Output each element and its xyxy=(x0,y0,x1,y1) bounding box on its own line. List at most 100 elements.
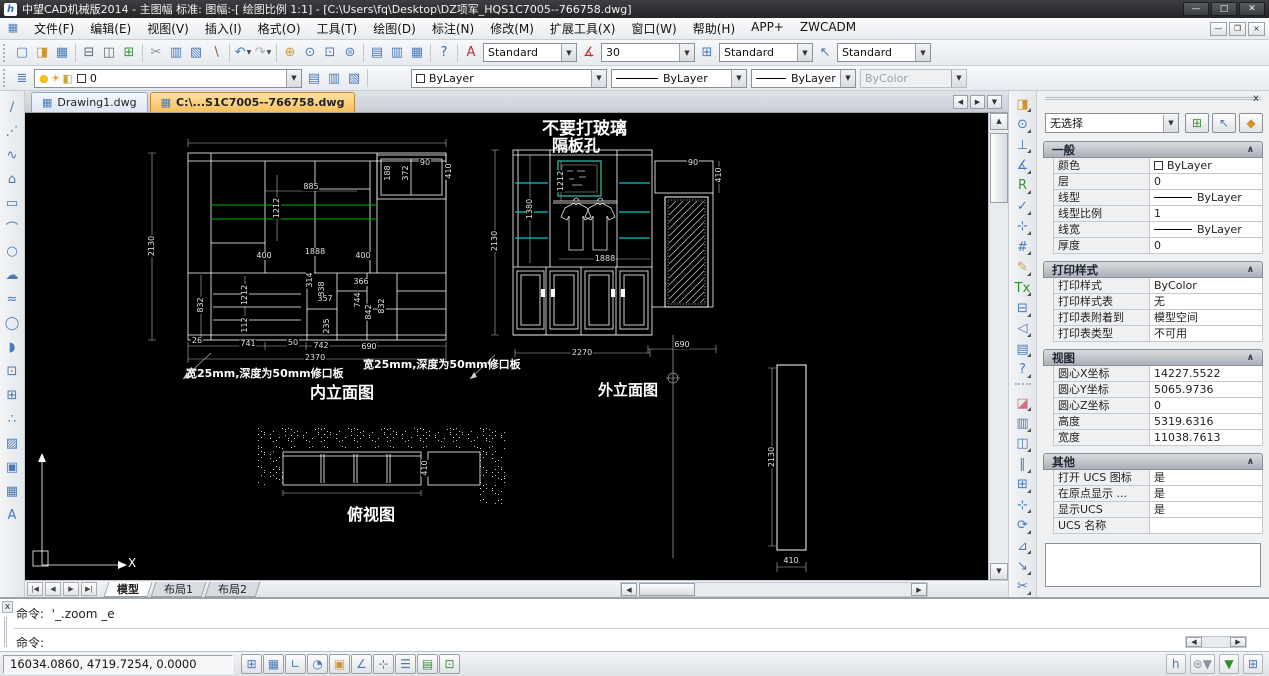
ellipse-icon[interactable]: ◯ xyxy=(2,311,23,335)
polar-toggle-button[interactable]: ◔ xyxy=(307,654,328,674)
vertical-scrollbar[interactable]: ▲ ▼ xyxy=(988,113,1008,580)
property-section-header[interactable]: 其他∧ xyxy=(1043,453,1263,470)
audio-note-icon[interactable]: ◁ xyxy=(1012,319,1033,339)
layout-nav-button[interactable]: ▶ xyxy=(63,582,79,596)
property-value[interactable]: 1 xyxy=(1150,206,1262,221)
window-close-button[interactable]: ✕ xyxy=(1239,2,1265,16)
scroll-right-button[interactable]: ▶ xyxy=(1230,637,1246,647)
new-file-icon[interactable]: ▢ xyxy=(12,43,32,63)
annotation-scale-icon[interactable]: ▼ xyxy=(1219,654,1239,674)
spline-icon[interactable]: ≈ xyxy=(2,287,23,311)
dim-style-icon[interactable]: ∡ xyxy=(579,43,599,63)
command-prompt-line[interactable]: 命令: xyxy=(16,634,44,651)
redo-icon[interactable]: ↷▼ xyxy=(253,43,273,63)
model-paper-toggle-button[interactable]: ▤ xyxy=(417,654,438,674)
mtext-icon[interactable]: A xyxy=(2,503,23,527)
osnap-toggle-button[interactable]: ▣ xyxy=(329,654,350,674)
table-style-combo[interactable]: Standard▼ xyxy=(719,43,813,62)
point-coordinate-icon[interactable]: ⊹ xyxy=(1012,217,1033,237)
menu-item[interactable]: 扩展工具(X) xyxy=(542,18,624,39)
layout-nav-button[interactable]: ◀ xyxy=(45,582,61,596)
drawing-canvas[interactable]: 不要打玻璃 隔板孔 宽25mm,深度为50mm修口板 宽25mm,深度为50mm… xyxy=(25,113,988,580)
menu-item[interactable]: 文件(F) xyxy=(26,18,82,39)
layout-tab[interactable]: 布局2 xyxy=(205,582,261,597)
layer-states-manager-icon[interactable]: ▥ xyxy=(324,68,344,88)
copy-properties-icon[interactable]: ◨ xyxy=(1012,94,1033,114)
hatch-icon[interactable]: ▨ xyxy=(2,431,23,455)
otrack-toggle-button[interactable]: ∠ xyxy=(351,654,372,674)
settings-gear-icon[interactable]: ⊛▼ xyxy=(1190,654,1215,674)
layer-isolate-icon[interactable]: ▧ xyxy=(344,68,364,88)
text-style-icon[interactable]: A xyxy=(461,43,481,63)
plot-icon[interactable]: ⊟ xyxy=(79,43,99,63)
property-value[interactable]: 0 xyxy=(1150,398,1262,413)
zwcad-logo-icon[interactable]: h xyxy=(1166,654,1186,674)
full-screen-icon[interactable]: ⊞ xyxy=(1243,654,1263,674)
copy-clip-icon[interactable]: ▥ xyxy=(166,43,186,63)
color-combo[interactable]: ByLayer ▼ xyxy=(411,69,607,88)
horizontal-scrollbar[interactable]: ◀ ▶ xyxy=(620,582,928,597)
mdi-restore-button[interactable]: ❐ xyxy=(1229,22,1246,36)
layer-combo[interactable]: ●☀◧ 0 ▼ xyxy=(34,69,302,88)
menu-item[interactable]: 工具(T) xyxy=(309,18,366,39)
scroll-left-button[interactable]: ◀ xyxy=(621,583,637,596)
property-value[interactable]: 是 xyxy=(1150,486,1262,501)
pan-icon[interactable]: ⊕ xyxy=(280,43,300,63)
menu-item[interactable]: 帮助(H) xyxy=(685,18,743,39)
sheet-set-icon[interactable]: ▤ xyxy=(1012,339,1033,359)
document-tab[interactable]: ▦Drawing1.dwg xyxy=(31,92,148,112)
command-grip[interactable] xyxy=(4,617,9,647)
mleader-style-icon[interactable]: ↖ xyxy=(815,43,835,63)
property-value[interactable]: 是 xyxy=(1150,470,1262,485)
save-file-icon[interactable]: ▦ xyxy=(52,43,72,63)
quick-dimension-icon[interactable]: # xyxy=(1012,237,1033,257)
property-value[interactable]: 5065.9736 xyxy=(1150,382,1262,397)
menu-item[interactable]: 绘图(D) xyxy=(365,18,424,39)
scroll-right-button[interactable]: ▶ xyxy=(911,583,927,596)
tool-palettes-icon[interactable]: ▥ xyxy=(387,43,407,63)
circle-icon[interactable]: ○ xyxy=(2,239,23,263)
copy-icon[interactable]: ▥ xyxy=(1012,413,1033,433)
select-objects-button[interactable]: ↖ xyxy=(1212,113,1236,133)
layout-nav-button[interactable]: ▶| xyxy=(81,582,97,596)
document-tab[interactable]: ▦C:\...S1C7005--766758.dwg xyxy=(150,92,356,112)
property-section-header[interactable]: 一般∧ xyxy=(1043,141,1263,158)
dyn-ucs-toggle-button[interactable]: ⊹ xyxy=(373,654,394,674)
trim-icon[interactable]: ✂ xyxy=(1012,577,1033,597)
undo-icon[interactable]: ↶▼ xyxy=(233,43,253,63)
polygon-icon[interactable]: ⌂ xyxy=(2,167,23,191)
publish-icon[interactable]: ⊞ xyxy=(119,43,139,63)
property-value[interactable]: 14227.5522 xyxy=(1150,366,1262,381)
property-section-header[interactable]: 打印样式∧ xyxy=(1043,261,1263,278)
command-close-icon[interactable]: x xyxy=(2,601,13,613)
menu-item[interactable]: 编辑(E) xyxy=(82,18,139,39)
layout-nav-button[interactable]: |◀ xyxy=(27,582,43,596)
layer-properties-manager-icon[interactable]: ≣ xyxy=(12,68,32,88)
tab-scroll-button[interactable]: ▶ xyxy=(970,95,985,109)
mdi-close-button[interactable]: × xyxy=(1248,22,1265,36)
scroll-up-button[interactable]: ▲ xyxy=(990,113,1008,130)
panel-close-icon[interactable]: x xyxy=(1249,93,1263,104)
property-section-header[interactable]: 视图∧ xyxy=(1043,349,1263,366)
text-style-combo[interactable]: Standard▼ xyxy=(483,43,577,62)
menu-item[interactable]: 插入(I) xyxy=(197,18,250,39)
zoom-object-icon[interactable]: ⊙ xyxy=(1012,114,1033,134)
rotate-icon[interactable]: ⟳ xyxy=(1012,515,1033,535)
property-value[interactable]: 5319.6316 xyxy=(1150,414,1262,429)
toolbar-grip[interactable] xyxy=(3,69,8,87)
erase-icon[interactable]: ◪ xyxy=(1012,393,1033,413)
selection-filter-combo[interactable]: 无选择 ▼ xyxy=(1045,113,1179,133)
linetype-combo[interactable]: ByLayer ▼ xyxy=(611,69,747,88)
horizontal-scroll-thumb[interactable] xyxy=(639,583,695,596)
ucs-icon[interactable]: ⊥ xyxy=(1012,135,1033,155)
arc-icon[interactable]: ⌒ xyxy=(2,215,23,239)
quick-select-button[interactable]: ⊞ xyxy=(1185,113,1209,133)
zoom-window-icon[interactable]: ⊡ xyxy=(320,43,340,63)
layer-previous-icon[interactable]: ▤ xyxy=(304,68,324,88)
grid-toggle-button[interactable]: ▦ xyxy=(263,654,284,674)
ellipse-arc-icon[interactable]: ◗ xyxy=(2,335,23,359)
property-value[interactable]: ByLayer xyxy=(1150,190,1262,205)
array-icon[interactable]: ⊞ xyxy=(1012,475,1033,495)
command-line-window[interactable]: x 命令: '_.zoom _e 命令: ◀ ▶ xyxy=(0,597,1269,651)
match-properties-icon[interactable]: ∖ xyxy=(206,43,226,63)
